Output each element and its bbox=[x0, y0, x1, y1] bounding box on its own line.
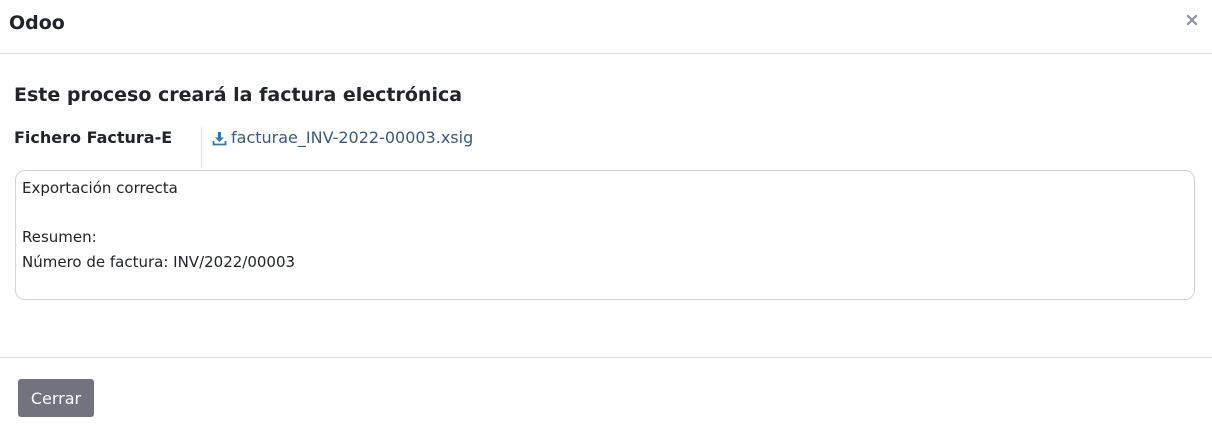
file-field-label: Fichero Factura-E bbox=[14, 128, 173, 147]
download-icon bbox=[212, 131, 227, 146]
field-separator bbox=[201, 127, 202, 168]
modal-dialog: Odoo Este proceso creará la factura elec… bbox=[0, 0, 1212, 431]
close-button[interactable] bbox=[1182, 9, 1202, 31]
modal-body: Este proceso creará la factura electróni… bbox=[0, 54, 1212, 357]
cerrar-button[interactable]: Cerrar bbox=[18, 379, 94, 417]
modal-title: Odoo bbox=[9, 12, 65, 34]
download-file-link[interactable]: facturae_INV-2022-00003.xsig bbox=[212, 128, 473, 148]
modal-footer: Cerrar bbox=[0, 357, 1212, 431]
download-file-name: facturae_INV-2022-00003.xsig bbox=[231, 128, 474, 147]
modal-header: Odoo bbox=[0, 0, 1212, 54]
log-textarea[interactable]: Exportación correcta Resumen: Número de … bbox=[15, 170, 1195, 300]
wizard-title: Este proceso creará la factura electróni… bbox=[14, 84, 463, 106]
close-icon bbox=[1186, 11, 1198, 30]
